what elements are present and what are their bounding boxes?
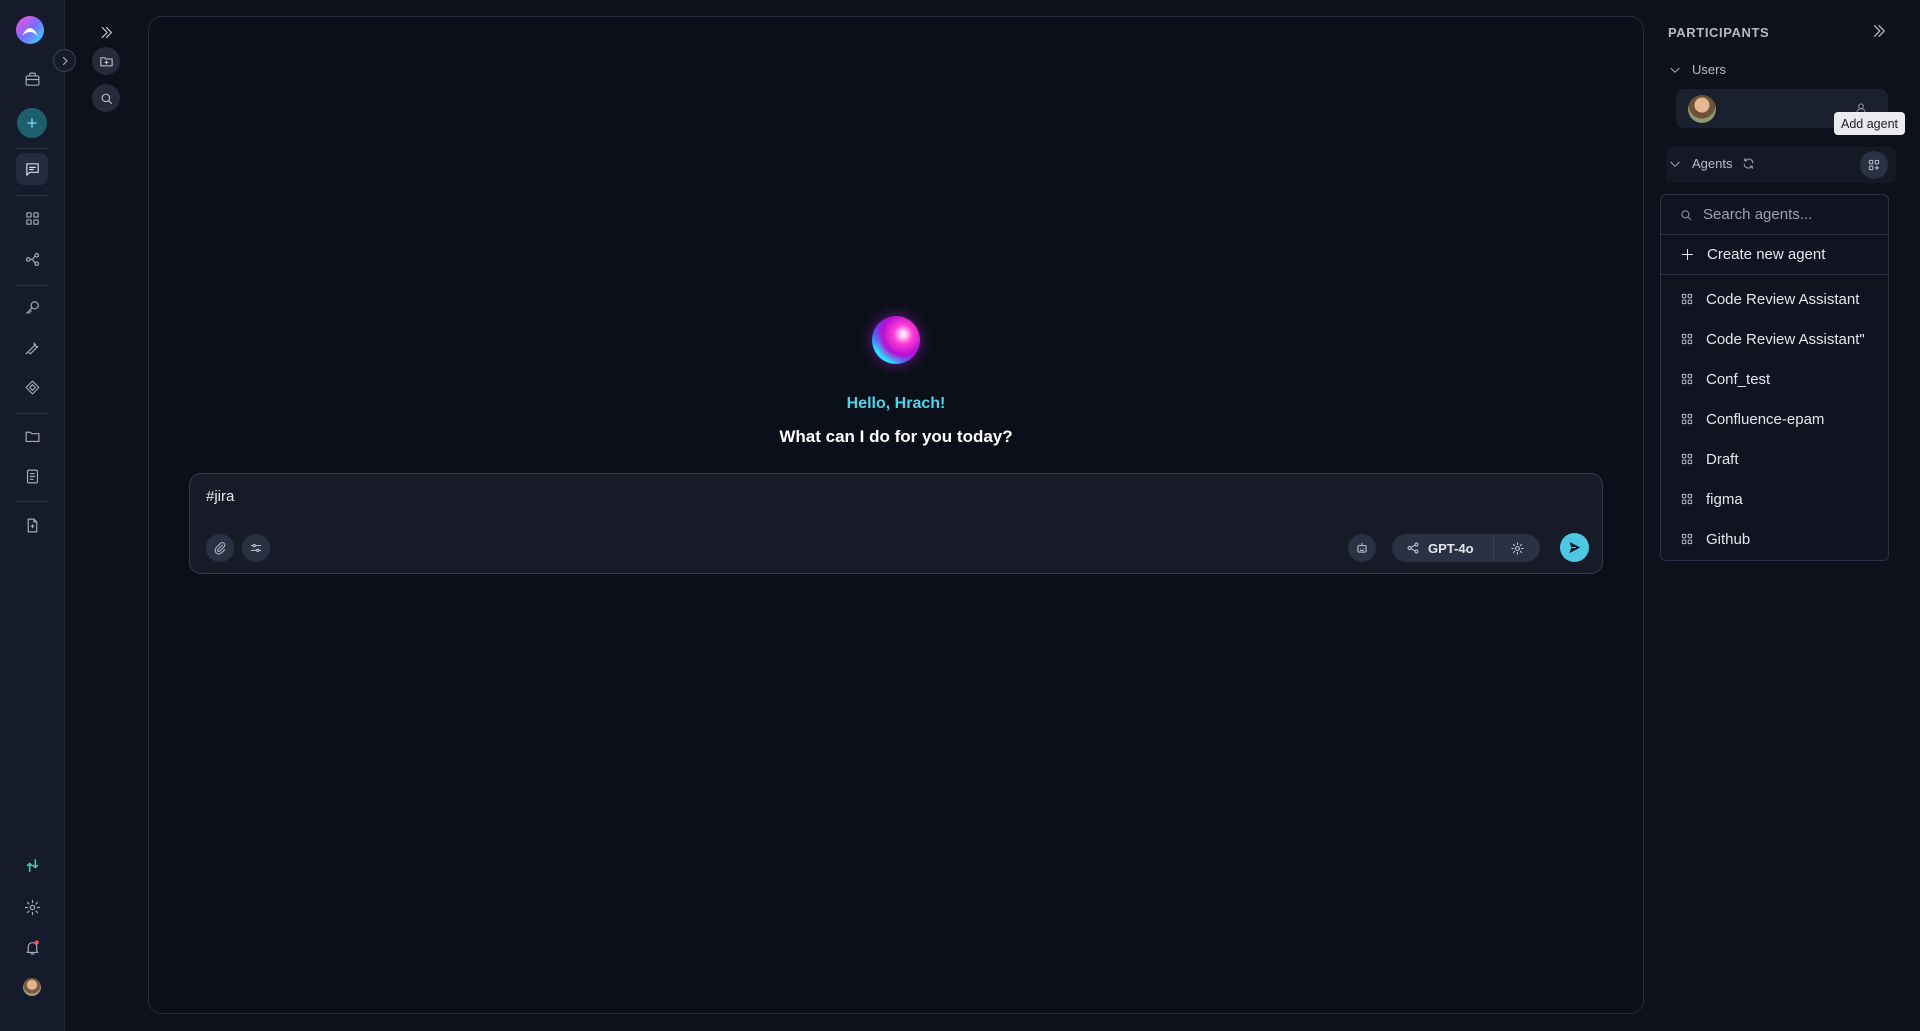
logo-icon[interactable] (14, 14, 46, 46)
gear-icon (1510, 541, 1524, 555)
grid-icon (1681, 493, 1693, 505)
assistant-button[interactable] (1348, 534, 1376, 562)
agent-list: Code Review Assistant Code Review Assist… (1661, 275, 1888, 559)
expand-rail-button[interactable] (53, 49, 76, 72)
chevron-down-icon (1670, 161, 1680, 167)
agent-label: Draft (1706, 450, 1739, 468)
agents-section-label: Agents (1692, 156, 1733, 171)
left-rail (0, 0, 65, 1031)
grid-icon (1681, 453, 1693, 465)
send-icon (1569, 541, 1581, 554)
book-icon[interactable] (16, 460, 48, 492)
participants-title: PARTICIPANTS (1668, 25, 1770, 40)
gear-icon[interactable] (16, 891, 48, 923)
workflow-icon[interactable] (16, 243, 48, 275)
message-input[interactable] (206, 488, 1106, 505)
options-button[interactable] (242, 534, 270, 562)
agent-label: Conf_test (1706, 370, 1771, 388)
agent-list-item[interactable]: Conf_test (1661, 359, 1888, 399)
agent-list-item[interactable]: Code Review Assistant (1661, 279, 1888, 319)
agent-list-item[interactable]: Code Review Assistant" (1661, 319, 1888, 359)
attach-button[interactable] (206, 534, 234, 562)
create-agent-button[interactable]: Create new agent (1661, 235, 1888, 275)
folder-plus-icon (99, 56, 113, 66)
tag-icon[interactable] (16, 371, 48, 403)
create-agent-label: Create new agent (1707, 246, 1826, 263)
rail-divider (16, 195, 48, 196)
model-selector: GPT-4o (1392, 534, 1540, 562)
agent-label: figma (1706, 490, 1743, 508)
add-agent-button[interactable] (1860, 151, 1888, 179)
agent-list-item[interactable]: Github (1661, 519, 1888, 559)
search-icon (101, 93, 112, 104)
grid-icon (1681, 293, 1693, 305)
collapse-participants-button[interactable] (1870, 22, 1888, 40)
expand-sidebar-button[interactable] (92, 18, 120, 46)
agent-list-item[interactable]: Draft (1661, 439, 1888, 479)
wrench-icon[interactable] (16, 331, 48, 363)
rail-divider (16, 501, 48, 502)
assistant-orb-icon (872, 316, 920, 364)
rail-divider (16, 285, 48, 286)
robot-icon (1357, 542, 1367, 553)
avatar (1688, 95, 1716, 123)
agent-search-row (1661, 195, 1888, 235)
bell-icon[interactable] (16, 931, 48, 963)
sliders-icon (250, 544, 262, 552)
add-agent-tooltip: Add agent (1834, 112, 1905, 135)
rail-divider (16, 413, 48, 414)
folder-icon[interactable] (16, 420, 48, 452)
search-button[interactable] (92, 84, 120, 112)
agent-label: Confluence-epam (1706, 410, 1825, 428)
chat-panel: Hello, Hrach! What can I do for you toda… (148, 16, 1644, 1014)
agent-label: Code Review Assistant (1706, 290, 1860, 308)
model-name: GPT-4o (1428, 540, 1474, 556)
rail-divider (16, 148, 48, 149)
greeting-subtitle: What can I do for you today? (779, 427, 1013, 446)
send-button[interactable] (1560, 533, 1589, 562)
new-chat-button[interactable] (17, 108, 47, 138)
model-settings-button[interactable] (1494, 534, 1540, 562)
grid-icon (1681, 413, 1693, 425)
plus-icon (1681, 248, 1694, 261)
double-chevron-right-icon (1873, 25, 1885, 37)
search-icon (1681, 209, 1692, 220)
chat-icon[interactable] (16, 153, 48, 185)
plus-icon (27, 118, 37, 128)
model-select-button[interactable]: GPT-4o (1392, 534, 1494, 562)
grid-plus-icon (1868, 159, 1880, 171)
analytics-icon[interactable] (16, 849, 48, 881)
key-icon[interactable] (16, 291, 48, 323)
refresh-icon[interactable] (1742, 157, 1755, 170)
agent-dropdown: Create new agent Code Review Assistant C… (1660, 194, 1889, 561)
grid-icon (1681, 533, 1693, 545)
agent-label: Code Review Assistant" (1706, 330, 1865, 348)
new-folder-button[interactable] (92, 47, 120, 75)
agent-label: Github (1706, 530, 1751, 548)
file-icon[interactable] (16, 509, 48, 541)
chevron-right-icon (62, 56, 68, 65)
greeting-title: Hello, Hrach! (846, 395, 946, 412)
agents-section-toggle[interactable]: Agents (1668, 156, 1755, 171)
agent-search-input[interactable] (1703, 206, 1873, 223)
agent-list-item[interactable]: figma (1661, 479, 1888, 519)
grid-icon (1681, 373, 1693, 385)
users-section-toggle[interactable]: Users (1668, 62, 1726, 77)
message-composer: GPT-4o (189, 473, 1603, 574)
double-chevron-right-icon (101, 26, 112, 38)
chevron-down-icon (1670, 67, 1680, 73)
grid-icon[interactable] (16, 202, 48, 234)
share-nodes-icon (1407, 542, 1419, 554)
paperclip-icon (214, 542, 226, 555)
grid-icon (1681, 333, 1693, 345)
briefcase-icon[interactable] (16, 63, 48, 95)
users-section-label: Users (1692, 62, 1726, 77)
avatar[interactable] (23, 978, 41, 996)
agent-list-item[interactable]: Confluence-epam (1661, 399, 1888, 439)
